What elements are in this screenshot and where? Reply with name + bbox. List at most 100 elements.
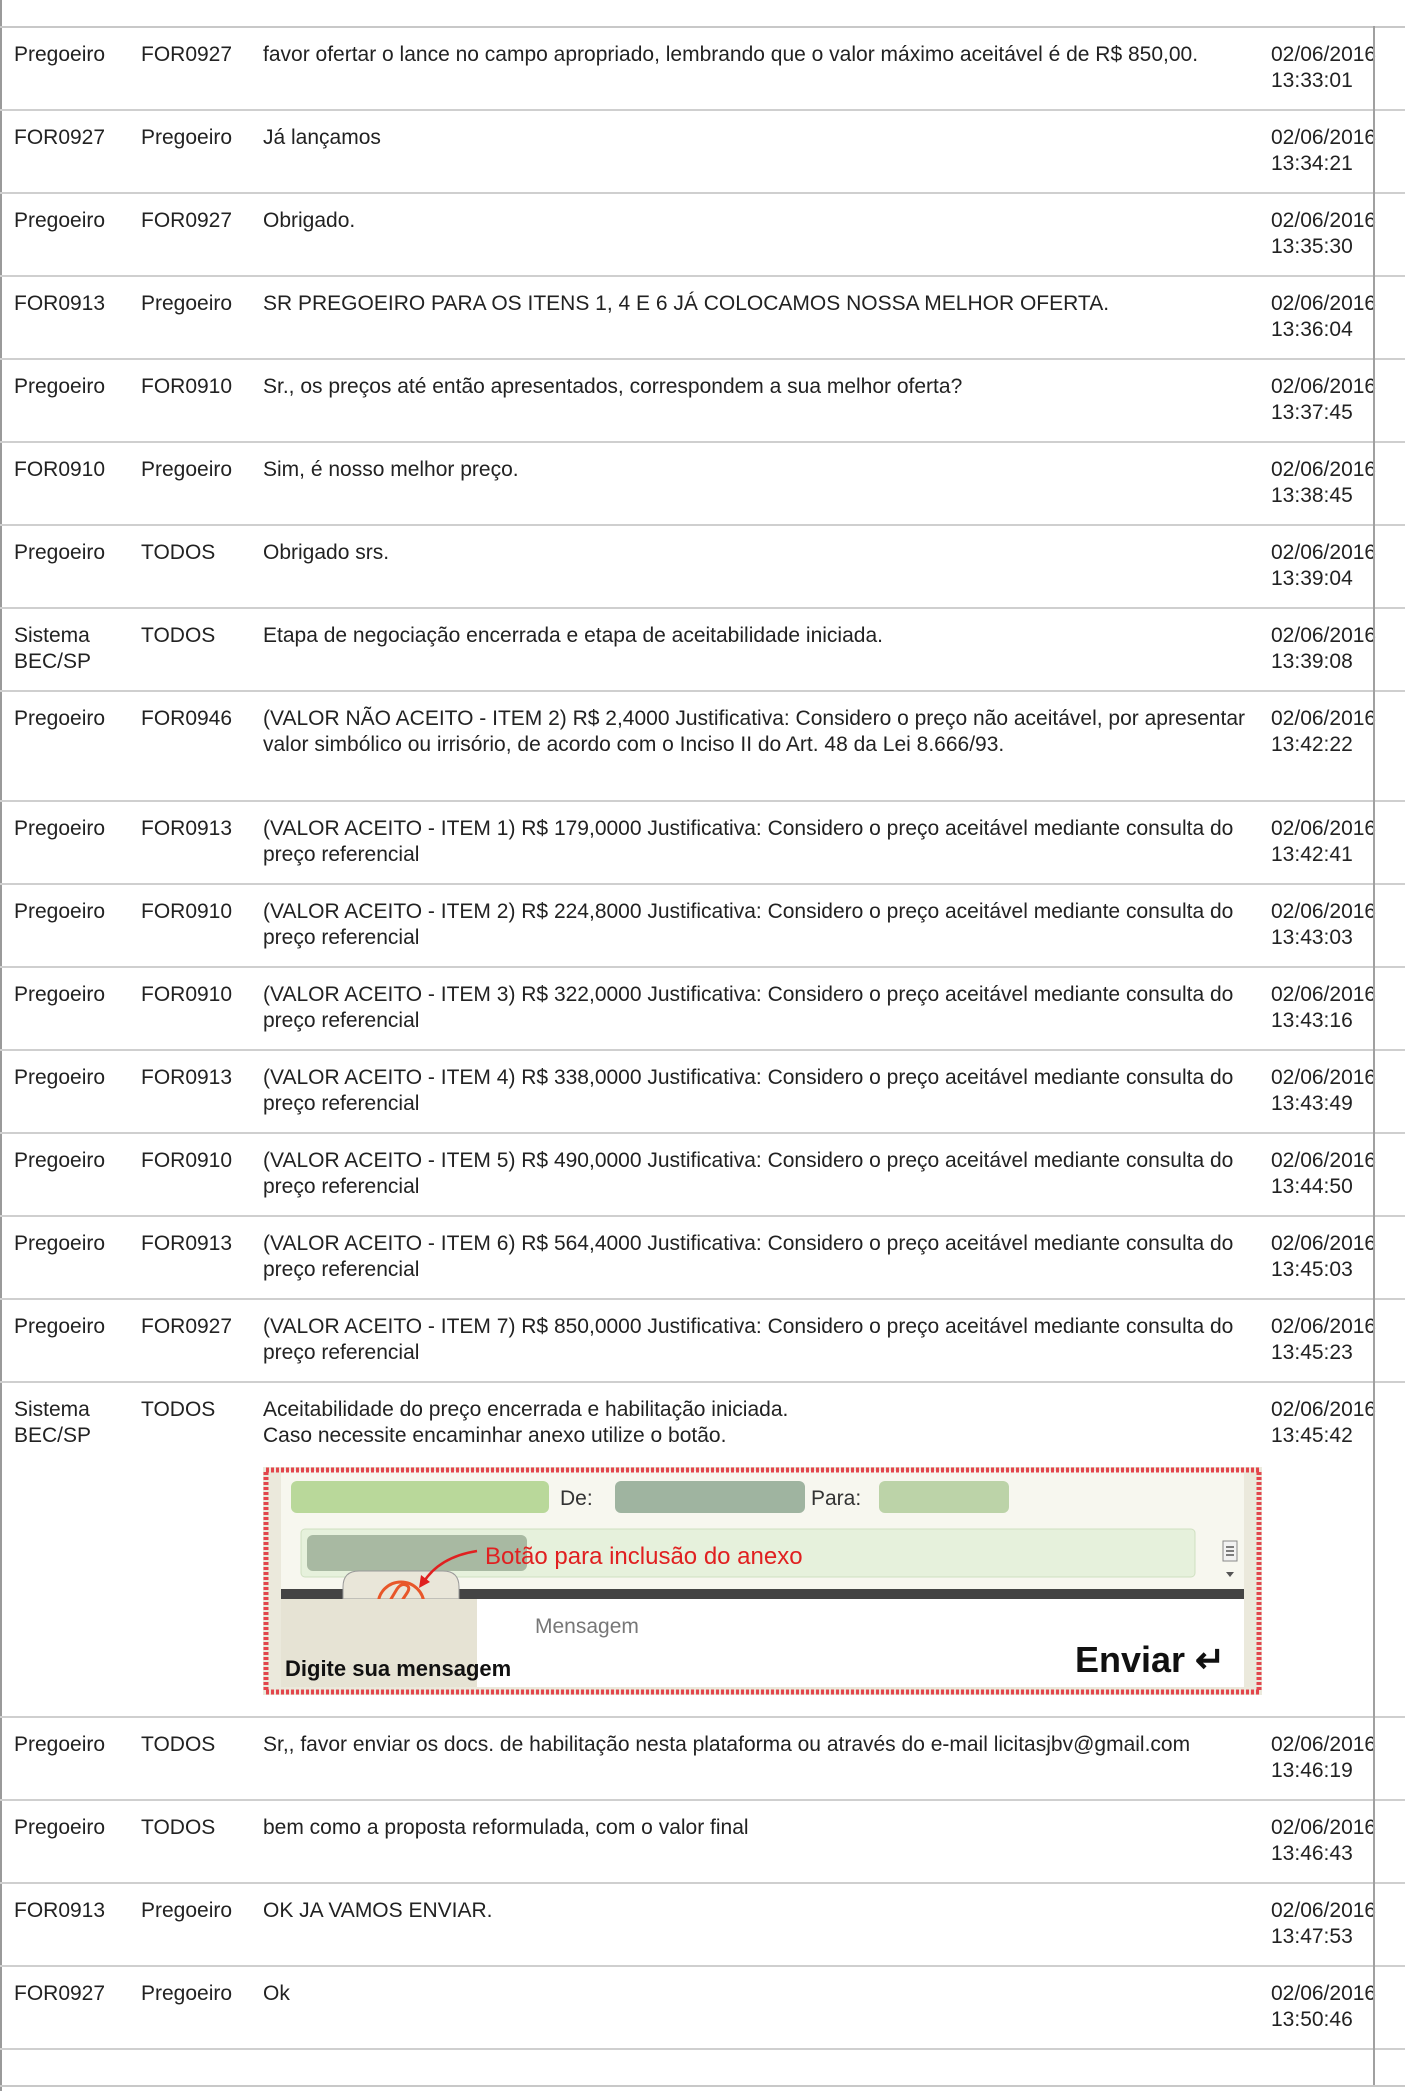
message-text: (VALOR ACEITO - ITEM 1) R$ 179,0000 Just…	[263, 817, 1234, 866]
message-time: 13:42:41	[1271, 843, 1353, 866]
message-date: 02/06/2016	[1271, 1315, 1377, 1338]
message-tab-label: Digite sua mensagem	[285, 1656, 511, 1681]
message-date: 02/06/2016	[1271, 375, 1377, 398]
message-time: 13:47:53	[1271, 1925, 1353, 1948]
message-timestamp: 02/06/2016 13:43:16	[1271, 982, 1405, 1034]
message-time: 13:33:01	[1271, 69, 1353, 92]
message-time: 13:34:21	[1271, 152, 1353, 175]
message-time: 13:43:03	[1271, 926, 1353, 949]
message-text: SR PREGOEIRO PARA OS ITENS 1, 4 E 6 JÁ C…	[263, 292, 1110, 315]
message-timestamp: 02/06/2016 13:35:30	[1271, 208, 1405, 260]
message-sender: Pregoeiro	[14, 900, 106, 923]
message-text: Já lançamos	[263, 126, 381, 149]
message-time: 13:36:04	[1271, 318, 1353, 341]
message-date: 02/06/2016	[1271, 1066, 1377, 1089]
attachment-annotation: Botão para inclusão do anexo	[485, 1543, 803, 1570]
message-date: 02/06/2016	[1271, 1816, 1377, 1839]
message-timestamp: 02/06/2016 13:45:42	[1271, 1397, 1405, 1449]
chat-row: FOR0913 Pregoeiro SR PREGOEIRO PARA OS ITE…	[0, 277, 1405, 360]
message-text: favor ofertar o lance no campo apropriad…	[263, 43, 1199, 66]
chat-row: Pregoeiro FOR0927 (VALOR ACEITO - ITEM 7) …	[0, 1300, 1405, 1383]
chat-row: Pregoeiro FOR0913 (VALOR ACEITO - ITEM 6) …	[0, 1217, 1405, 1300]
message-timestamp: 02/06/2016 13:36:04	[1271, 291, 1405, 343]
message-text: (VALOR ACEITO - ITEM 2) R$ 224,8000 Just…	[263, 900, 1234, 949]
message-date: 02/06/2016	[1271, 1899, 1377, 1922]
message-date: 02/06/2016	[1271, 209, 1377, 232]
message-timestamp: 02/06/2016 13:34:21	[1271, 125, 1405, 177]
message-date: 02/06/2016	[1271, 1149, 1377, 1172]
message-time: 13:35:30	[1271, 235, 1353, 258]
message-sender: FOR0913	[14, 1899, 106, 1922]
message-time: 13:44:50	[1271, 1175, 1353, 1198]
chat-row: FOR0910 Pregoeiro Sim, é nosso melhor preç…	[0, 443, 1405, 526]
message-timestamp: 02/06/2016 13:43:03	[1271, 899, 1405, 951]
message-recipient: FOR0913	[141, 817, 233, 840]
chat-row: Pregoeiro FOR0910 (VALOR ACEITO - ITEM 3) …	[0, 968, 1405, 1051]
message-text: (VALOR ACEITO - ITEM 3) R$ 322,0000 Just…	[263, 983, 1234, 1032]
message-sender: Pregoeiro	[14, 1066, 106, 1089]
message-text: (VALOR ACEITO - ITEM 4) R$ 338,0000 Just…	[263, 1066, 1234, 1115]
message-sender: Sistema BEC/SP	[14, 624, 92, 673]
send-button[interactable]: Enviar ↵	[1075, 1639, 1225, 1680]
message-sender: Pregoeiro	[14, 1149, 106, 1172]
message-recipient: TODOS	[141, 541, 216, 564]
message-date: 02/06/2016	[1271, 900, 1377, 923]
chat-row: Pregoeiro TODOS Obrigado srs. 02/06/2016 13:…	[0, 526, 1405, 609]
message-recipient: FOR0946	[141, 707, 233, 730]
chat-row: FOR0913 Pregoeiro OK JA VAMOS ENVIAR. 02/06…	[0, 1884, 1405, 1967]
message-time: 13:50:46	[1271, 2008, 1353, 2031]
message-sender: Pregoeiro	[14, 1315, 106, 1338]
message-time: 13:37:45	[1271, 401, 1353, 424]
message-date: 02/06/2016	[1271, 1232, 1377, 1255]
message-sender: Sistema BEC/SP	[14, 1398, 92, 1447]
message-sender: Pregoeiro	[14, 541, 106, 564]
message-text: OK JA VAMOS ENVIAR.	[263, 1899, 493, 1922]
message-timestamp: 02/06/2016 13:50:46	[1271, 1981, 1405, 2033]
message-timestamp: 02/06/2016 13:42:22	[1271, 706, 1405, 758]
chat-log-table: Pregoeiro FOR0927 favor ofertar o lance no…	[0, 28, 1405, 2050]
message-sender: FOR0910	[14, 458, 106, 481]
chat-row: Sistema BEC/SP TODOS Etapa de negociação e…	[0, 609, 1405, 692]
message-timestamp: 02/06/2016 13:46:43	[1271, 1815, 1405, 1867]
chat-row: Pregoeiro FOR0913 (VALOR ACEITO - ITEM 1) …	[0, 802, 1405, 885]
message-recipient: FOR0910	[141, 1149, 233, 1172]
message-date: 02/06/2016	[1271, 1733, 1377, 1756]
message-text: Sim, é nosso melhor preço.	[263, 458, 519, 481]
message-time: 13:45:23	[1271, 1341, 1353, 1364]
message-sender: Pregoeiro	[14, 1816, 106, 1839]
message-text: (VALOR ACEITO - ITEM 7) R$ 850,0000 Just…	[263, 1315, 1234, 1364]
message-recipient: TODOS	[141, 1733, 216, 1756]
message-sender: Pregoeiro	[14, 707, 106, 730]
message-sender: Pregoeiro	[14, 209, 106, 232]
chat-row: Pregoeiro FOR0927 favor ofertar o lance no…	[0, 28, 1405, 111]
message-date: 02/06/2016	[1271, 817, 1377, 840]
message-recipient: FOR0910	[141, 900, 233, 923]
message-recipient: TODOS	[141, 1816, 216, 1839]
message-text: Sr., os preços até então apresentados, c…	[263, 375, 963, 398]
message-text: (VALOR ACEITO - ITEM 6) R$ 564,4000 Just…	[263, 1232, 1234, 1281]
message-recipient: Pregoeiro	[141, 126, 233, 149]
attachment-instruction-screenshot: De: Para: Botão para inclusão do anexo Digi…	[263, 1467, 1262, 1695]
message-date: 02/06/2016	[1271, 1398, 1377, 1421]
chat-row: Pregoeiro TODOS Sr,, favor enviar os docs.…	[0, 1718, 1405, 1801]
message-text: Ok	[263, 1982, 290, 2005]
message-timestamp: 02/06/2016 13:45:23	[1271, 1314, 1405, 1366]
message-timestamp: 02/06/2016 13:38:45	[1271, 457, 1405, 509]
message-date: 02/06/2016	[1271, 983, 1377, 1006]
chat-row: Pregoeiro FOR0927 Obrigado. 02/06/2016 13:35…	[0, 194, 1405, 277]
message-time: 13:45:03	[1271, 1258, 1353, 1281]
message-recipient: Pregoeiro	[141, 292, 233, 315]
message-sender: FOR0927	[14, 126, 106, 149]
message-text: bem como a proposta reformulada, com o v…	[263, 1816, 749, 1839]
table-bottom-border	[0, 2085, 1405, 2087]
message-recipient: FOR0910	[141, 983, 233, 1006]
message-date: 02/06/2016	[1271, 126, 1377, 149]
message-date: 02/06/2016	[1271, 624, 1377, 647]
message-date: 02/06/2016	[1271, 43, 1377, 66]
message-text: (VALOR ACEITO - ITEM 5) R$ 490,0000 Just…	[263, 1149, 1234, 1198]
message-recipient: Pregoeiro	[141, 1982, 233, 2005]
chat-row: Sistema BEC/SP TODOS Aceitabilidade do pre…	[0, 1383, 1405, 1718]
message-timestamp: 02/06/2016 13:39:08	[1271, 623, 1405, 675]
message-timestamp: 02/06/2016 13:46:19	[1271, 1732, 1405, 1784]
message-timestamp: 02/06/2016 13:43:49	[1271, 1065, 1405, 1117]
